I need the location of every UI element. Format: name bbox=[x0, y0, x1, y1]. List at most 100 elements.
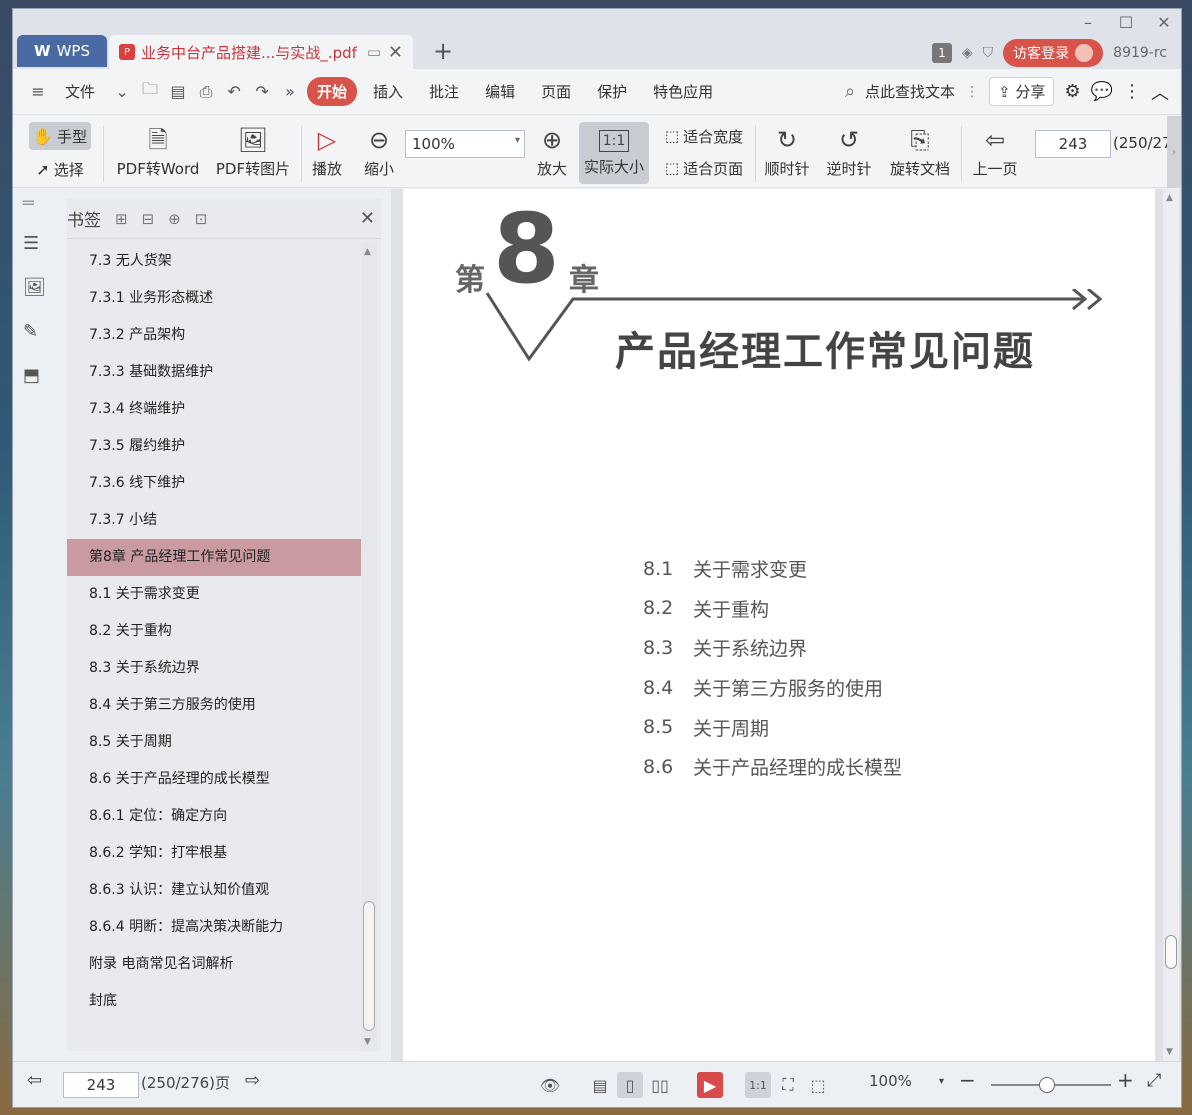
doc-scroll-up-icon[interactable]: ▲ bbox=[1166, 193, 1173, 203]
actual-size-button[interactable]: 1:1 实际大小 bbox=[579, 122, 649, 184]
scroll-up-icon[interactable]: ▲ bbox=[364, 247, 371, 257]
menu-insert[interactable]: 插入 bbox=[363, 77, 413, 106]
bookmark-item[interactable]: 7.3.4 终端维护 bbox=[67, 391, 361, 428]
fit-page-button[interactable]: ⬚ 适合页面 bbox=[659, 156, 749, 180]
search-text-button[interactable]: 点此查找文本 bbox=[865, 81, 955, 102]
bookmark-item[interactable]: 8.4 关于第三方服务的使用 bbox=[67, 687, 361, 724]
save-icon[interactable]: ▤ bbox=[167, 81, 189, 103]
menu-start[interactable]: 开始 bbox=[307, 77, 358, 106]
menu-annotate[interactable]: 批注 bbox=[419, 77, 469, 106]
menu-file[interactable]: 文件 bbox=[55, 77, 105, 106]
rotate-clockwise-button[interactable]: ↻ 顺时针 bbox=[761, 122, 813, 182]
fit-width-status-icon[interactable]: ⬚ bbox=[805, 1072, 831, 1098]
bookmark-item[interactable]: 8.6.2 学知：打牢根基 bbox=[67, 835, 361, 872]
menu-page[interactable]: 页面 bbox=[531, 77, 581, 106]
zoom-dropdown-icon[interactable]: ▾ bbox=[939, 1076, 944, 1087]
scroll-down-icon[interactable]: ▼ bbox=[364, 1037, 371, 1047]
eye-protection-icon[interactable]: 👁 bbox=[537, 1072, 563, 1098]
single-page-icon[interactable]: ▯ bbox=[617, 1072, 643, 1098]
print-icon[interactable]: ⎙ bbox=[195, 81, 217, 103]
bookmark-item[interactable]: 7.3.6 线下维护 bbox=[67, 465, 361, 502]
hand-tool-button[interactable]: ✋ 手型 bbox=[29, 122, 91, 150]
continuous-view-icon[interactable]: ▤ bbox=[587, 1072, 613, 1098]
image-convert-icon[interactable]: ⬒ bbox=[23, 365, 40, 386]
bookmark-item[interactable]: 8.5 关于周期 bbox=[67, 724, 361, 761]
status-zoom-value[interactable]: 100% bbox=[869, 1072, 912, 1090]
zoom-slider-knob[interactable] bbox=[1039, 1077, 1055, 1093]
login-button[interactable]: 访客登录 bbox=[1003, 39, 1104, 67]
bookmark-item[interactable]: 8.6.4 明断：提高决策决断能力 bbox=[67, 909, 361, 946]
bookmark-item[interactable]: 附录 电商常见名词解析 bbox=[67, 946, 361, 983]
status-next-page-icon[interactable]: ⇨ bbox=[245, 1070, 260, 1091]
bookmark-item[interactable]: 8.3 关于系统边界 bbox=[67, 650, 361, 687]
maximize-icon[interactable]: ☐ bbox=[1117, 13, 1135, 32]
rotate-document-button[interactable]: ⎘ 旋转文档 bbox=[887, 122, 953, 182]
more-vertical-icon[interactable]: ⋮ bbox=[965, 84, 979, 100]
thumbnail-icon[interactable]: 🖼 bbox=[23, 277, 46, 298]
status-prev-page-icon[interactable]: ⇦ bbox=[27, 1070, 42, 1091]
bookmark-item[interactable]: 8.1 关于需求变更 bbox=[67, 576, 361, 613]
bookmark-item[interactable]: 7.3 无人货架 bbox=[67, 243, 361, 280]
document-scroll-thumb[interactable] bbox=[1165, 935, 1177, 969]
play-slideshow-icon[interactable]: ▶ bbox=[697, 1072, 723, 1098]
doc-scroll-down-icon[interactable]: ▼ bbox=[1166, 1047, 1173, 1057]
zoom-out-button[interactable]: ⊖ 缩小 bbox=[359, 122, 399, 182]
outline-icon[interactable]: ☰ bbox=[23, 233, 39, 254]
skin-icon[interactable]: ◈ bbox=[962, 45, 973, 61]
bookmark-item[interactable]: 7.3.1 业务形态概述 bbox=[67, 280, 361, 317]
bookmark-item[interactable]: 7.3.7 小结 bbox=[67, 502, 361, 539]
bookmark-item[interactable]: 封底 bbox=[67, 983, 361, 1020]
bookmark-item[interactable]: 第8章 产品经理工作常见问题 bbox=[67, 539, 361, 576]
tab-document[interactable]: P 业务中台产品搭建...与实战_.pdf ▭ ✕ bbox=[109, 35, 413, 69]
close-tab-icon[interactable]: ✕ bbox=[388, 42, 403, 63]
minimize-icon[interactable]: – bbox=[1079, 13, 1097, 32]
bookmark-item[interactable]: 8.6.1 定位：确定方向 bbox=[67, 798, 361, 835]
collapse-all-icon[interactable]: ⊟ bbox=[142, 210, 155, 228]
bookmark-item[interactable]: 8.6.3 认识：建立认知价值观 bbox=[67, 872, 361, 909]
bookmark-options-icon[interactable]: ⊡ bbox=[195, 210, 208, 228]
close-window-icon[interactable]: ✕ bbox=[1155, 13, 1173, 32]
close-panel-icon[interactable]: ✕ bbox=[360, 208, 375, 229]
expand-all-icon[interactable]: ⊞ bbox=[115, 210, 128, 228]
toolbar-scroll-right[interactable]: › bbox=[1167, 116, 1181, 188]
share-button[interactable]: ⇪ 分享 bbox=[989, 77, 1055, 106]
pdf-to-image-button[interactable]: 🖼 PDF转图片 bbox=[213, 122, 293, 182]
bookmark-scroll-thumb[interactable] bbox=[363, 901, 375, 1031]
zoom-slider[interactable] bbox=[991, 1077, 1111, 1093]
bookmark-item[interactable]: 7.3.2 产品架构 bbox=[67, 317, 361, 354]
collapse-ribbon-icon[interactable]: ︿ bbox=[1151, 79, 1169, 105]
bookmark-scrollbar[interactable]: ▲ ▼ bbox=[361, 243, 377, 1051]
pdf-to-word-button[interactable]: 🗎 PDF转Word bbox=[113, 122, 203, 182]
zoom-plus-icon[interactable]: + bbox=[1117, 1068, 1134, 1092]
chevron-down-icon[interactable]: ⌄ bbox=[111, 81, 133, 103]
two-page-icon[interactable]: ▯▯ bbox=[647, 1072, 673, 1098]
more-chevron-icon[interactable]: » bbox=[279, 81, 301, 103]
bookmark-item[interactable]: 7.3.3 基础数据维护 bbox=[67, 354, 361, 391]
menu-edit[interactable]: 编辑 bbox=[475, 77, 525, 106]
bookmark-item[interactable]: 8.2 关于重构 bbox=[67, 613, 361, 650]
select-tool-button[interactable]: ➚ 选择 bbox=[29, 156, 91, 182]
zoom-in-button[interactable]: ⊕ 放大 bbox=[533, 122, 571, 182]
hamburger-icon[interactable]: ≡ bbox=[27, 81, 49, 103]
annotation-icon[interactable]: ✎ bbox=[23, 321, 38, 342]
new-tab-button[interactable]: + bbox=[433, 37, 453, 65]
tab-wps-home[interactable]: W WPS bbox=[17, 35, 107, 67]
fit-width-button[interactable]: ⬚ 适合宽度 bbox=[659, 124, 749, 148]
bookmark-item[interactable]: 8.6 关于产品经理的成长模型 bbox=[67, 761, 361, 798]
open-folder-icon[interactable]: 🗀 bbox=[139, 79, 161, 103]
menu-protect[interactable]: 保护 bbox=[587, 77, 637, 106]
add-bookmark-icon[interactable]: ⊕ bbox=[168, 210, 181, 228]
comment-icon[interactable]: 💬 bbox=[1091, 81, 1113, 102]
document-view[interactable]: 第 8 章 产品经理工作常见问题 8.1 关于需求变更 8.2 关于重构 8.3 关于系统… bbox=[391, 189, 1181, 1061]
fit-page-status-icon[interactable]: ⛶ bbox=[775, 1072, 801, 1098]
prev-page-button[interactable]: ⇦ 上一页 bbox=[969, 122, 1021, 182]
search-icon[interactable]: ⌕ bbox=[845, 81, 855, 102]
zoom-select[interactable]: 100% bbox=[405, 130, 525, 158]
play-button[interactable]: ▷ 播放 bbox=[307, 122, 347, 182]
redo-icon[interactable]: ↷ bbox=[251, 81, 273, 103]
undo-icon[interactable]: ↶ bbox=[223, 81, 245, 103]
window-count-badge[interactable]: 1 bbox=[931, 43, 952, 63]
shirt-icon[interactable]: ⛉ bbox=[983, 45, 994, 61]
rotate-counterclockwise-button[interactable]: ↺ 逆时针 bbox=[823, 122, 875, 182]
zoom-minus-icon[interactable]: − bbox=[959, 1068, 976, 1092]
